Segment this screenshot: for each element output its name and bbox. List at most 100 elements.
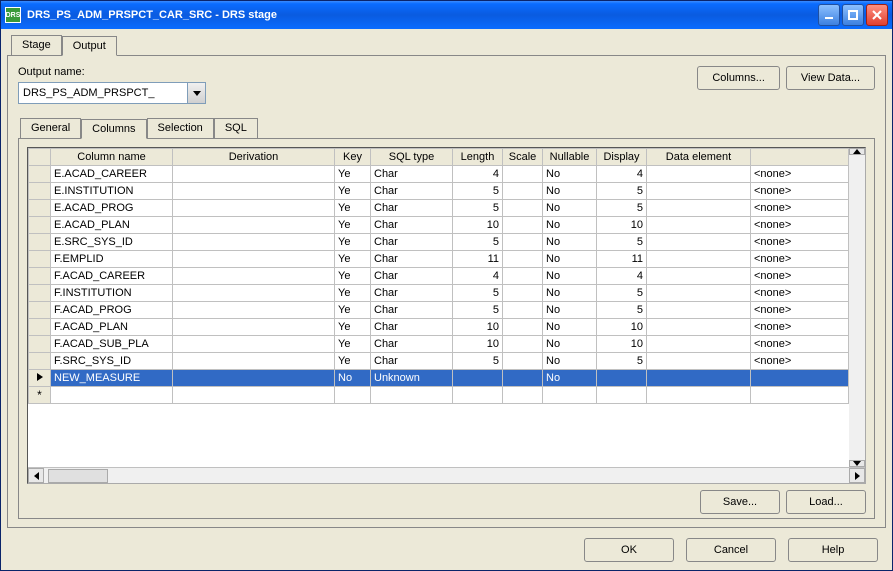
maximize-button[interactable] bbox=[842, 4, 864, 26]
ok-button[interactable]: OK bbox=[584, 538, 674, 562]
cell-scale[interactable] bbox=[503, 183, 543, 200]
tab-output[interactable]: Output bbox=[62, 36, 117, 56]
cell-empty[interactable] bbox=[335, 387, 371, 404]
cell-disp[interactable]: 5 bbox=[597, 285, 647, 302]
col-header-extra[interactable] bbox=[751, 149, 849, 166]
cell-disp[interactable]: 5 bbox=[597, 353, 647, 370]
scroll-down-button[interactable] bbox=[849, 460, 865, 467]
cell-elem[interactable] bbox=[647, 353, 751, 370]
cell-extra[interactable]: <none> bbox=[751, 268, 849, 285]
tab-stage[interactable]: Stage bbox=[11, 35, 62, 55]
cell-scale[interactable] bbox=[503, 268, 543, 285]
cell-name[interactable]: F.ACAD_CAREER bbox=[51, 268, 173, 285]
cell-name[interactable]: F.ACAD_SUB_PLA bbox=[51, 336, 173, 353]
table-row[interactable]: F.SRC_SYS_IDYeChar5No5<none> bbox=[29, 353, 849, 370]
cell-deriv[interactable] bbox=[173, 268, 335, 285]
tab-general[interactable]: General bbox=[20, 118, 81, 138]
cell-extra[interactable]: <none> bbox=[751, 166, 849, 183]
scroll-right-button[interactable] bbox=[849, 468, 865, 483]
cell-len[interactable]: 4 bbox=[453, 166, 503, 183]
cell-scale[interactable] bbox=[503, 200, 543, 217]
cell-name[interactable]: F.SRC_SYS_ID bbox=[51, 353, 173, 370]
cell-name[interactable]: F.EMPLID bbox=[51, 251, 173, 268]
cell-extra[interactable]: <none> bbox=[751, 234, 849, 251]
cell-scale[interactable] bbox=[503, 302, 543, 319]
col-header-name[interactable]: Column name bbox=[51, 149, 173, 166]
cell-empty[interactable] bbox=[647, 387, 751, 404]
cell-elem[interactable] bbox=[647, 285, 751, 302]
scroll-htrack[interactable] bbox=[44, 468, 849, 483]
cell-deriv[interactable] bbox=[173, 319, 335, 336]
cell-null[interactable]: No bbox=[543, 319, 597, 336]
columns-grid[interactable]: Column name Derivation Key SQL type Leng… bbox=[27, 147, 866, 484]
cell-name[interactable]: E.SRC_SYS_ID bbox=[51, 234, 173, 251]
table-row[interactable]: F.ACAD_SUB_PLAYeChar10No10<none> bbox=[29, 336, 849, 353]
cell-sql[interactable]: Unknown bbox=[371, 370, 453, 387]
load-button[interactable]: Load... bbox=[786, 490, 866, 514]
cell-key[interactable]: Ye bbox=[335, 268, 371, 285]
row-header[interactable] bbox=[29, 234, 51, 251]
grid-horizontal-scrollbar[interactable] bbox=[28, 467, 865, 483]
cell-elem[interactable] bbox=[647, 183, 751, 200]
cell-sql[interactable]: Char bbox=[371, 217, 453, 234]
table-row[interactable]: E.ACAD_CAREERYeChar4No4<none> bbox=[29, 166, 849, 183]
cell-null[interactable]: No bbox=[543, 234, 597, 251]
cell-elem[interactable] bbox=[647, 319, 751, 336]
table-row[interactable]: E.SRC_SYS_IDYeChar5No5<none> bbox=[29, 234, 849, 251]
cell-key[interactable]: Ye bbox=[335, 285, 371, 302]
row-header[interactable] bbox=[29, 302, 51, 319]
scroll-up-button[interactable] bbox=[849, 148, 865, 155]
cell-empty[interactable] bbox=[173, 387, 335, 404]
table-row[interactable]: E.ACAD_PROGYeChar5No5<none> bbox=[29, 200, 849, 217]
cell-elem[interactable] bbox=[647, 217, 751, 234]
cell-key[interactable]: No bbox=[335, 370, 371, 387]
table-row[interactable]: NEW_MEASURENoUnknownNo bbox=[29, 370, 849, 387]
minimize-button[interactable] bbox=[818, 4, 840, 26]
cell-len[interactable]: 10 bbox=[453, 319, 503, 336]
scroll-left-button[interactable] bbox=[28, 468, 44, 483]
cell-deriv[interactable] bbox=[173, 217, 335, 234]
view-data-button[interactable]: View Data... bbox=[786, 66, 875, 90]
tab-selection[interactable]: Selection bbox=[147, 118, 214, 138]
cell-disp[interactable]: 5 bbox=[597, 234, 647, 251]
cell-elem[interactable] bbox=[647, 336, 751, 353]
cell-deriv[interactable] bbox=[173, 353, 335, 370]
cell-disp[interactable]: 11 bbox=[597, 251, 647, 268]
cell-key[interactable]: Ye bbox=[335, 302, 371, 319]
close-button[interactable] bbox=[866, 4, 888, 26]
table-row[interactable]: F.EMPLIDYeChar11No11<none> bbox=[29, 251, 849, 268]
cell-extra[interactable]: <none> bbox=[751, 353, 849, 370]
cell-null[interactable]: No bbox=[543, 353, 597, 370]
cell-name[interactable]: E.ACAD_CAREER bbox=[51, 166, 173, 183]
cell-name[interactable]: F.INSTITUTION bbox=[51, 285, 173, 302]
cell-elem[interactable] bbox=[647, 268, 751, 285]
cell-empty[interactable] bbox=[453, 387, 503, 404]
cell-sql[interactable]: Char bbox=[371, 302, 453, 319]
output-name-combo[interactable] bbox=[18, 82, 206, 104]
grid-vertical-scrollbar[interactable] bbox=[849, 148, 865, 467]
cell-len[interactable]: 10 bbox=[453, 217, 503, 234]
output-name-input[interactable] bbox=[18, 82, 188, 104]
cell-key[interactable]: Ye bbox=[335, 251, 371, 268]
output-name-dropdown-button[interactable] bbox=[188, 82, 206, 104]
cell-disp[interactable]: 5 bbox=[597, 200, 647, 217]
table-row[interactable]: E.INSTITUTIONYeChar5No5<none> bbox=[29, 183, 849, 200]
tab-sql[interactable]: SQL bbox=[214, 118, 258, 138]
col-header-scale[interactable]: Scale bbox=[503, 149, 543, 166]
cell-sql[interactable]: Char bbox=[371, 234, 453, 251]
save-button[interactable]: Save... bbox=[700, 490, 780, 514]
cell-len[interactable]: 4 bbox=[453, 268, 503, 285]
cell-deriv[interactable] bbox=[173, 302, 335, 319]
cell-empty[interactable] bbox=[503, 387, 543, 404]
cell-elem[interactable] bbox=[647, 370, 751, 387]
cell-key[interactable]: Ye bbox=[335, 183, 371, 200]
cell-sql[interactable]: Char bbox=[371, 200, 453, 217]
cell-name[interactable]: F.ACAD_PROG bbox=[51, 302, 173, 319]
cell-len[interactable]: 5 bbox=[453, 285, 503, 302]
row-header[interactable] bbox=[29, 285, 51, 302]
table-row[interactable]: F.ACAD_PLANYeChar10No10<none> bbox=[29, 319, 849, 336]
row-header[interactable] bbox=[29, 183, 51, 200]
cell-null[interactable]: No bbox=[543, 268, 597, 285]
cell-sql[interactable]: Char bbox=[371, 268, 453, 285]
cell-elem[interactable] bbox=[647, 234, 751, 251]
